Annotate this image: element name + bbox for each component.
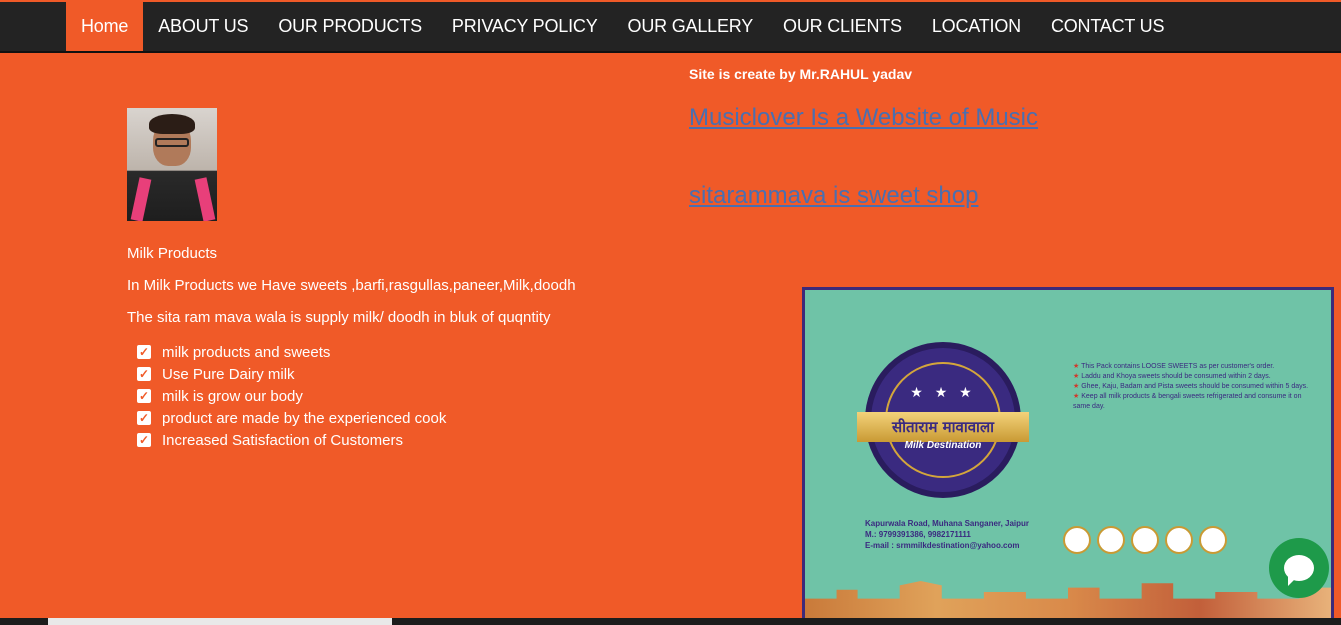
badge-icon xyxy=(1165,526,1193,554)
badge-icon xyxy=(1097,526,1125,554)
author-photo xyxy=(127,108,217,221)
checkbox-checked-icon: ✓ xyxy=(137,345,151,359)
list-item: ✓ Increased Satisfaction of Customers xyxy=(137,431,403,449)
poster-address: Kapurwala Road, Muhana Sanganer, Jaipur … xyxy=(865,519,1030,550)
sitarammava-link[interactable]: sitarammava is sweet shop xyxy=(689,182,978,210)
chat-bubble-icon xyxy=(1284,555,1314,586)
brand-banner: सीताराम मावावाला xyxy=(857,412,1029,442)
section-heading: Milk Products xyxy=(127,245,218,262)
star-icon: ★ ★ ★ xyxy=(910,384,976,400)
nav-our-gallery[interactable]: OUR GALLERY xyxy=(613,2,769,51)
os-taskbar xyxy=(0,618,1341,625)
list-item: ✓ milk is grow our body xyxy=(137,387,303,405)
checkbox-checked-icon: ✓ xyxy=(137,411,151,425)
checkbox-checked-icon: ✓ xyxy=(137,367,151,381)
nav-our-products[interactable]: OUR PRODUCTS xyxy=(263,2,437,51)
certification-badges xyxy=(1063,526,1233,554)
badge-icon xyxy=(1063,526,1091,554)
shop-poster-image: ★ ★ ★ सीताराम मावावाला Milk Destination … xyxy=(802,287,1334,625)
poster-notes: This Pack contains LOOSE SWEETS as per c… xyxy=(1073,362,1313,412)
main-navbar: Home ABOUT US OUR PRODUCTS PRIVACY POLIC… xyxy=(0,2,1341,53)
brand-subtitle: Milk Destination xyxy=(904,440,982,451)
nav-about-us[interactable]: ABOUT US xyxy=(143,2,263,51)
checkbox-checked-icon: ✓ xyxy=(137,433,151,447)
supply-description: The sita ram mava wala is supply milk/ d… xyxy=(127,309,551,326)
musiclover-link[interactable]: Musiclover Is a Website of Music xyxy=(689,104,1038,132)
badge-icon xyxy=(1199,526,1227,554)
site-credit: Site is create by Mr.RAHUL yadav xyxy=(689,66,913,82)
taskbar-search[interactable] xyxy=(48,618,392,625)
features-checklist: ✓ milk products and sweets ✓ Use Pure Dair… xyxy=(137,341,446,451)
checkbox-checked-icon: ✓ xyxy=(137,389,151,403)
nav-our-clients[interactable]: OUR CLIENTS xyxy=(768,2,917,51)
nav-location[interactable]: LOCATION xyxy=(917,2,1036,51)
products-description: In Milk Products we Have sweets ,barfi,r… xyxy=(127,277,576,294)
chat-button[interactable] xyxy=(1269,538,1329,598)
nav-privacy-policy[interactable]: PRIVACY POLICY xyxy=(437,2,613,51)
list-item: ✓ product are made by the experienced coo… xyxy=(137,409,447,427)
nav-home[interactable]: Home xyxy=(66,2,144,51)
nav-contact-us[interactable]: CONTACT US xyxy=(1036,2,1179,51)
list-item: ✓ Use Pure Dairy milk xyxy=(137,365,295,383)
list-item: ✓ milk products and sweets xyxy=(137,343,331,361)
badge-icon xyxy=(1131,526,1159,554)
